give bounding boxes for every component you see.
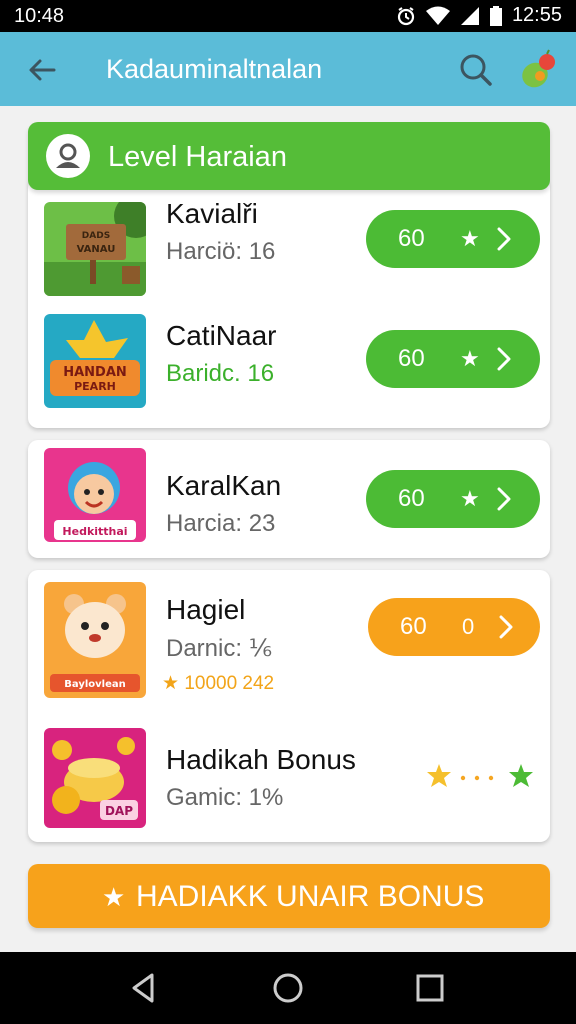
fruit-button[interactable] [516, 48, 560, 92]
item-title: KaralKan [166, 470, 282, 501]
home-circle-icon[interactable] [270, 970, 306, 1006]
alarm-icon [397, 6, 415, 25]
item-thumbnail: Hedkitthai [44, 448, 146, 542]
back-arrow-icon [29, 59, 56, 81]
star-icon [509, 764, 533, 787]
item-reward: ★ 10000 242 [162, 673, 275, 694]
list-card: DADS VANAU Kavialři Harciö: 16 60 ★ HAND… [28, 178, 550, 428]
level-title: Level Haraian [108, 141, 287, 173]
status-bar: 10:48 12:55 [0, 0, 576, 32]
claim-button-label: 60 [398, 345, 425, 372]
thumb-text: PEARH [74, 380, 116, 393]
item-subtitle: Baridc. 16 [166, 360, 275, 387]
list-card: Baylovlean Hagiel Darnic: ⅙ ★ 10000 242 … [28, 570, 550, 842]
item-title: Kavialři [166, 198, 258, 229]
claim-button[interactable]: 60 ★ [366, 470, 540, 528]
wifi-icon [425, 6, 450, 25]
app-bar: Kadauminaltnalan [0, 32, 576, 106]
star-icon: ★ [460, 226, 480, 251]
list-item[interactable]: DADS VANAU Kavialři Harciö: 16 60 ★ [28, 196, 550, 306]
claim-button[interactable]: 60 ★ [366, 330, 540, 388]
avatar-icon [56, 143, 80, 168]
list-item[interactable]: HANDAN PEARH CatiNaar Baridc. 16 60 ★ [28, 308, 550, 418]
item-thumbnail: HANDAN PEARH [44, 314, 146, 408]
content-area: DADS VANAU Kavialři Harciö: 16 60 ★ HAND… [0, 106, 576, 952]
list-item[interactable]: Baylovlean Hagiel Darnic: ⅙ ★ 10000 242 … [28, 580, 550, 700]
item-thumbnail: Baylovlean [44, 582, 146, 698]
status-time: 10:48 [14, 5, 65, 27]
star-icon: ★ [162, 673, 185, 694]
back-triangle-icon[interactable] [126, 970, 162, 1006]
list-item[interactable]: DAP Hadikah Bonus Gamic: 1% [28, 722, 550, 832]
item-subtitle: Harcia: 23 [166, 510, 276, 537]
search-button[interactable] [456, 50, 496, 90]
claim-button[interactable]: 60 0 [368, 598, 540, 656]
chevron-right-icon [497, 347, 511, 371]
battery-icon [489, 5, 502, 26]
bonus-progress-indicator [427, 764, 533, 787]
thumb-text: Baylovlean [64, 679, 125, 690]
page-title: Kadauminaltnalan [106, 54, 323, 84]
item-thumbnail: DAP [44, 728, 146, 828]
thumb-text: VANAU [77, 244, 116, 255]
chevron-right-icon [499, 615, 513, 639]
thumb-text: DAP [105, 804, 133, 818]
system-nav-bar [0, 952, 576, 1024]
star-icon: ★ [460, 346, 480, 371]
coin-icon: 0 [462, 614, 475, 639]
level-banner[interactable]: Level Haraian [28, 122, 550, 190]
item-title: CatiNaar [166, 320, 277, 351]
bonus-cta-label: HADIAKK UNAIR BONUS [136, 880, 485, 913]
star-icon [427, 764, 451, 787]
list-card: Hedkitthai KaralKan Harcia: 23 60 ★ [28, 440, 550, 558]
claim-button-label: 60 [400, 613, 427, 640]
chevron-right-icon [497, 487, 511, 511]
bonus-cta-button[interactable]: ★ HADIAKK UNAIR BONUS [28, 864, 550, 928]
status-clock: 12:55 [511, 4, 562, 26]
status-icons: 12:55 [396, 4, 562, 27]
thumb-text: DADS [82, 231, 110, 241]
thumb-text: HANDAN [63, 365, 127, 380]
item-subtitle: Harciö: 16 [166, 238, 276, 265]
thumb-text: Hedkitthai [62, 525, 127, 538]
recents-square-icon[interactable] [412, 970, 448, 1006]
signal-icon [460, 6, 479, 25]
claim-button[interactable]: 60 ★ [366, 210, 540, 268]
item-thumbnail: DADS VANAU [44, 202, 146, 296]
search-icon [460, 54, 492, 86]
item-title: Hagiel [166, 594, 246, 625]
star-icon: ★ [460, 486, 480, 511]
chevron-right-icon [497, 227, 511, 251]
fruit-icon [522, 49, 555, 88]
item-subtitle: Gamic: 1% [166, 784, 284, 811]
claim-button-label: 60 [398, 225, 425, 252]
back-button[interactable] [22, 50, 62, 90]
item-title: Hadikah Bonus [166, 744, 356, 775]
item-subtitle: Darnic: ⅙ [166, 635, 272, 662]
claim-button-label: 60 [398, 485, 425, 512]
star-icon: ★ [102, 882, 126, 912]
avatar [46, 134, 90, 178]
list-item[interactable]: Hedkitthai KaralKan Harcia: 23 60 ★ [28, 444, 550, 554]
